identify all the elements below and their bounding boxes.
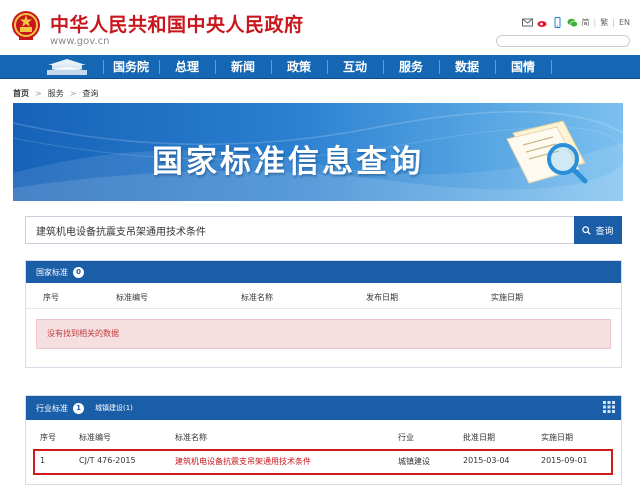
header-toolbar: 简 | 繁 | EN [521,17,630,28]
standard-search-input[interactable] [26,217,574,243]
column-header: 实施日期 [491,293,523,302]
breadcrumb-services[interactable]: 服务 [48,88,64,99]
nav-divider [551,60,552,74]
industry-standards-panel: 行业标准 1 城镇建设(1) 序号 标准编号 标准名称 行业 批准日期 实施日期… [25,395,622,485]
nav-divider [215,60,216,74]
count-badge: 1 [73,402,84,414]
standard-code: CJ/T 476-2015 [79,456,136,465]
industry-name: 城镇建设 [398,457,430,466]
national-standards-panel: 国家标准 0 序号 标准编号 标准名称 发布日期 实施日期 没有找到相关的数据 [25,260,622,368]
breadcrumb-separator-icon: > [35,89,42,98]
nav-divider [439,60,440,74]
nav-item-premier[interactable]: 总理 [161,55,213,79]
document-magnifier-icon [506,120,588,184]
search-button[interactable]: 查询 [574,216,622,244]
nav-divider [159,60,160,74]
table-header: 序号 标准编号 标准名称 发布日期 实施日期 [26,283,621,309]
breadcrumb: 首页 > 服务 > 查询 [13,88,98,99]
breadcrumb-query: 查询 [82,89,99,98]
column-header: 实施日期 [541,433,573,442]
count-badge: 0 [73,266,84,278]
search-icon [582,225,592,235]
wechat-icon[interactable] [567,17,578,28]
column-header: 批准日期 [463,433,495,442]
weibo-icon[interactable] [537,17,548,28]
approval-date: 2015-03-04 [463,456,510,465]
lang-simplified[interactable]: 简 [582,17,590,28]
site-url: www.gov.cn [50,36,110,47]
divider: | [612,18,615,27]
nav-item-state-council[interactable]: 国务院 [105,55,157,79]
industry-filter-link[interactable]: 城镇建设(1) [95,403,133,413]
banner-title: 国家标准信息查询 [152,144,424,180]
mail-icon[interactable] [521,17,533,28]
effective-date: 2015-09-01 [541,456,588,465]
nav-divider [327,60,328,74]
nav-item-national-info[interactable]: 国情 [497,55,549,79]
column-header: 序号 [40,433,56,442]
grid-view-icon[interactable] [603,401,615,413]
table-row: 1 CJ/T 476-2015 建筑机电设备抗震支吊架通用技术条件 城镇建设 2… [26,448,621,476]
nav-divider [383,60,384,74]
column-header: 序号 [43,293,59,302]
national-standards-header: 国家标准 0 [26,261,621,283]
breadcrumb-home[interactable]: 首页 [13,88,29,99]
column-header: 行业 [398,433,414,442]
lang-english[interactable]: EN [619,18,630,27]
main-nav: 国务院 总理 新闻 政策 互动 服务 数据 国情 [0,55,640,79]
industry-standards-header: 行业标准 1 城镇建设(1) [26,396,621,420]
column-header: 标准编号 [79,433,111,442]
column-header: 发布日期 [366,293,398,302]
nav-item-policy[interactable]: 政策 [273,55,325,79]
nav-item-data[interactable]: 数据 [441,55,493,79]
nav-item-news[interactable]: 新闻 [217,55,269,79]
column-header: 标准编号 [116,293,148,302]
table-header: 序号 标准编号 标准名称 行业 批准日期 实施日期 [26,420,621,448]
query-banner: 国家标准信息查询 [13,103,623,201]
header-search-input[interactable] [497,44,629,55]
tiananmen-home-icon[interactable] [44,57,90,77]
empty-result-message: 没有找到相关的数据 [36,319,611,349]
header-search-box[interactable] [496,35,630,55]
column-header: 标准名称 [241,293,273,302]
site-header: 中华人民共和国中央人民政府 www.gov.cn 简 | 繁 | EN [0,0,640,55]
search-button-label: 查询 [595,225,614,236]
divider: | [593,18,597,27]
standard-name-link[interactable]: 建筑机电设备抗震支吊架通用技术条件 [175,456,311,467]
nav-divider [103,60,104,74]
row-index: 1 [40,456,46,465]
nav-divider [495,60,496,74]
standard-search-box[interactable] [25,216,574,244]
nav-divider [271,60,272,74]
nav-item-interaction[interactable]: 互动 [329,55,381,79]
site-title[interactable]: 中华人民共和国中央人民政府 [50,10,304,37]
nav-item-services[interactable]: 服务 [385,55,437,79]
lang-traditional[interactable]: 繁 [600,17,608,28]
panel-title: 行业标准 [36,403,68,413]
national-emblem-icon [12,11,40,40]
column-header: 标准名称 [175,433,207,442]
mobile-icon[interactable] [552,17,563,28]
panel-title: 国家标准 [36,267,68,277]
breadcrumb-separator-icon: > [69,89,77,98]
